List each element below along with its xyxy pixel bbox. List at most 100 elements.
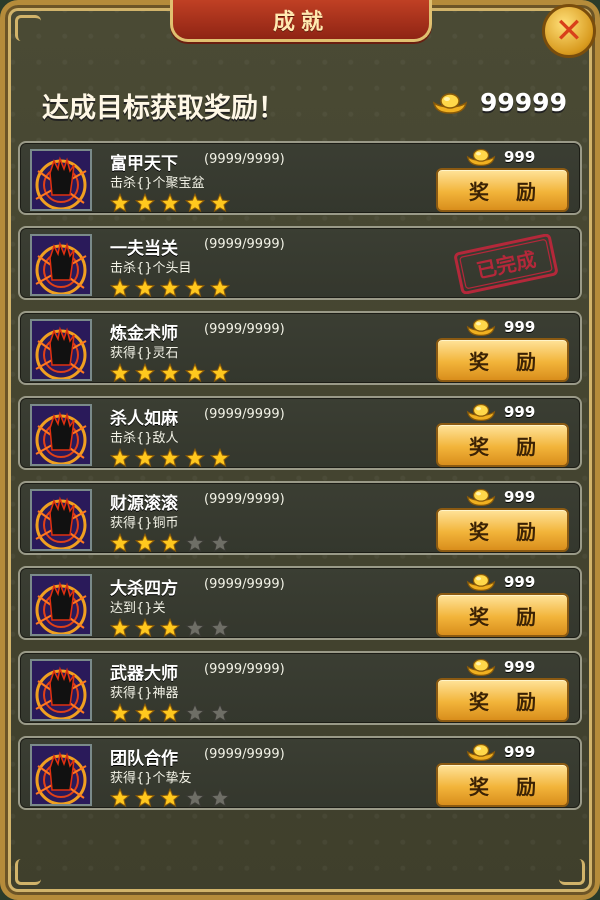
achievement-row: 一夫当关 (9999/9999) 击杀{}个头目 已完成 (18, 226, 582, 300)
achievement-fist-icon (32, 151, 90, 209)
star-rating (110, 618, 230, 638)
title-banner: 成就 (170, 0, 432, 42)
frame-corner-ornament (559, 859, 585, 885)
achievement-row: 财源滚滚 (9999/9999) 获得{}铜币 999 奖 励 (18, 481, 582, 555)
achievement-fist-icon (32, 576, 90, 634)
achievement-list: 富甲天下 (9999/9999) 击杀{}个聚宝盆 999 奖 励一夫当关 (9999/9… (18, 141, 582, 821)
achievement-description: 达到{}关 (110, 601, 166, 616)
star-filled-icon (135, 788, 155, 808)
star-filled-icon (135, 448, 155, 468)
gold-ingot-icon (466, 658, 496, 676)
reward-amount: 999 (466, 572, 535, 592)
achievement-progress: (9999/9999) (204, 747, 285, 762)
star-filled-icon (110, 533, 130, 553)
claim-reward-button[interactable]: 奖 励 (436, 508, 569, 552)
achievement-name: 武器大师 (110, 664, 178, 684)
star-filled-icon (160, 618, 180, 638)
star-filled-icon (160, 193, 180, 213)
reward-value: 999 (504, 318, 536, 336)
achievement-progress: (9999/9999) (204, 322, 285, 337)
achievement-description: 击杀{}个头目 (110, 261, 192, 276)
achievement-icon (30, 574, 92, 636)
reward-value: 999 (504, 148, 536, 166)
star-filled-icon (160, 533, 180, 553)
star-rating (110, 363, 230, 383)
achievement-description: 击杀{}个聚宝盆 (110, 176, 205, 191)
reward-amount: 999 (466, 657, 535, 677)
frame-corner-ornament (15, 15, 41, 41)
currency-total: 99999 (432, 88, 567, 117)
achievement-icon (30, 489, 92, 551)
star-filled-icon (110, 703, 130, 723)
achievement-progress: (9999/9999) (204, 577, 285, 592)
achievement-row: 富甲天下 (9999/9999) 击杀{}个聚宝盆 999 奖 励 (18, 141, 582, 215)
claim-reward-label: 奖 励 (469, 349, 546, 374)
reward-value: 999 (504, 403, 536, 421)
reward-amount: 999 (466, 147, 535, 167)
reward-value: 999 (504, 573, 536, 591)
star-empty-icon (185, 533, 205, 553)
achievement-name: 富甲天下 (110, 154, 178, 174)
currency-total-amount: 99999 (480, 88, 567, 117)
claim-reward-button[interactable]: 奖 励 (436, 338, 569, 382)
star-rating (110, 193, 230, 213)
achievement-name: 团队合作 (110, 749, 178, 769)
gold-ingot-icon (432, 92, 468, 114)
reward-value: 999 (504, 488, 536, 506)
star-rating (110, 703, 230, 723)
star-filled-icon (160, 448, 180, 468)
reward-amount: 999 (466, 317, 535, 337)
star-filled-icon (135, 278, 155, 298)
star-filled-icon (110, 363, 130, 383)
achievement-icon (30, 149, 92, 211)
claim-reward-button[interactable]: 奖 励 (436, 763, 569, 807)
window-title: 成就 (272, 9, 329, 35)
claim-reward-label: 奖 励 (469, 179, 546, 204)
star-filled-icon (185, 448, 205, 468)
achievement-progress: (9999/9999) (204, 152, 285, 167)
frame-corner-ornament (15, 859, 41, 885)
achievement-icon (30, 234, 92, 296)
achievement-row: 炼金术师 (9999/9999) 获得{}灵石 999 奖 励 (18, 311, 582, 385)
close-icon: ✕ (554, 11, 584, 51)
achievement-name: 财源滚滚 (110, 494, 178, 514)
achievement-name: 大杀四方 (110, 579, 178, 599)
star-filled-icon (135, 363, 155, 383)
star-rating (110, 533, 230, 553)
claim-reward-label: 奖 励 (469, 434, 546, 459)
star-filled-icon (160, 788, 180, 808)
completed-stamp: 已完成 (454, 234, 558, 294)
gold-ingot-icon (466, 488, 496, 506)
achievement-description: 击杀{}敌人 (110, 431, 179, 446)
reward-amount: 999 (466, 742, 535, 762)
star-empty-icon (210, 533, 230, 553)
achievement-icon (30, 319, 92, 381)
page-headline: 达成目标获取奖励！ (42, 93, 285, 124)
reward-amount: 999 (466, 402, 535, 422)
claim-reward-button[interactable]: 奖 励 (436, 423, 569, 467)
close-button[interactable]: ✕ (542, 4, 596, 58)
reward-value: 999 (504, 658, 536, 676)
star-empty-icon (185, 788, 205, 808)
star-filled-icon (135, 703, 155, 723)
achievement-row: 武器大师 (9999/9999) 获得{}神器 999 奖 励 (18, 651, 582, 725)
achievement-icon (30, 744, 92, 806)
achievement-row: 杀人如麻 (9999/9999) 击杀{}敌人 999 奖 励 (18, 396, 582, 470)
star-filled-icon (110, 278, 130, 298)
claim-reward-label: 奖 励 (469, 604, 546, 629)
star-filled-icon (185, 193, 205, 213)
star-filled-icon (110, 193, 130, 213)
achievement-fist-icon (32, 321, 90, 379)
star-filled-icon (210, 278, 230, 298)
star-rating (110, 448, 230, 468)
star-filled-icon (210, 363, 230, 383)
claim-reward-button[interactable]: 奖 励 (436, 593, 569, 637)
achievement-fist-icon (32, 236, 90, 294)
star-empty-icon (210, 788, 230, 808)
claim-reward-button[interactable]: 奖 励 (436, 168, 569, 212)
star-filled-icon (160, 363, 180, 383)
claim-reward-button[interactable]: 奖 励 (436, 678, 569, 722)
gold-ingot-icon (466, 318, 496, 336)
claim-reward-label: 奖 励 (469, 774, 546, 799)
gold-ingot-icon (466, 403, 496, 421)
